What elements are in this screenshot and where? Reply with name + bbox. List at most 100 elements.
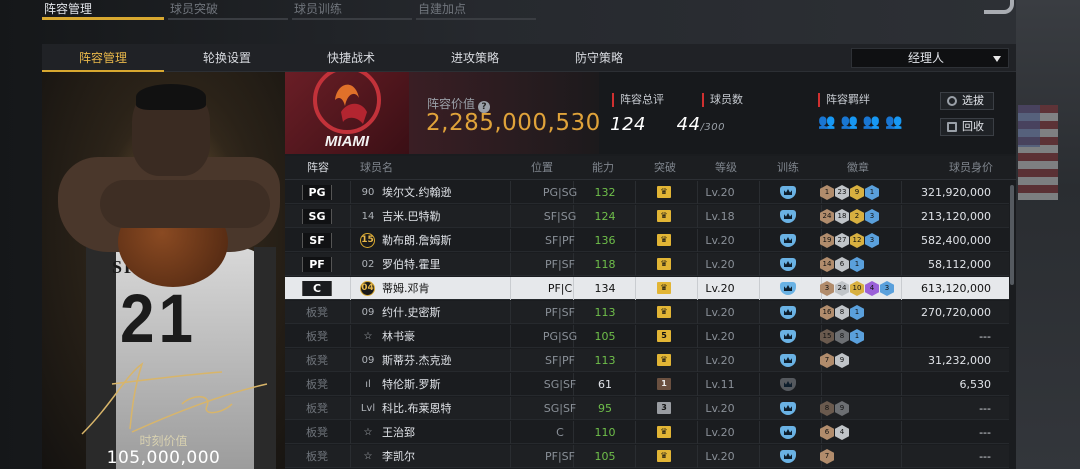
breakthrough-crown-icon[interactable]: ♛: [657, 234, 671, 246]
training-shield-icon[interactable]: [780, 330, 796, 343]
training-shield-icon[interactable]: [780, 186, 796, 199]
player-name[interactable]: 罗伯特.霍里: [382, 253, 441, 276]
table-row[interactable]: 板凳 09 约什.史密斯 PF|SF 113 ♛ Lv.20 16 8 1 270,720,000: [285, 301, 1009, 324]
col-badges[interactable]: 徽章: [847, 156, 869, 180]
player-name[interactable]: 科比.布莱恩特: [382, 397, 452, 420]
jersey-number-badge: 04: [360, 281, 375, 296]
badge-hex-icon: 15: [820, 329, 834, 344]
table-row[interactable]: 板凳 ☆ 王治郅 C 110 ♛ Lv.20 6 4 ---: [285, 421, 1009, 444]
badge-list[interactable]: 7: [820, 449, 834, 464]
breakthrough-crown-icon[interactable]: ♛: [657, 426, 671, 438]
breakthrough-crown-icon[interactable]: ♛: [657, 258, 671, 270]
scrollbar[interactable]: [1010, 185, 1014, 285]
player-rating: 132: [594, 186, 616, 199]
table-row[interactable]: PF 02 罗伯特.霍里 PF|SF 118 ♛ Lv.20 14 6 1 58,112,000: [285, 253, 1009, 276]
player-name[interactable]: 李凯尔: [382, 445, 415, 468]
table-row[interactable]: 板凳 Lvl 科比.布莱恩特 SG|SF 95 3 Lv.20 8 9 ---: [285, 397, 1009, 420]
breakthrough-crown-icon[interactable]: ♛: [657, 282, 671, 294]
training-shield-icon[interactable]: [780, 210, 796, 223]
slot-label: 板凳: [306, 306, 328, 319]
training-shield-icon[interactable]: [780, 234, 796, 247]
col-training[interactable]: 训练: [777, 156, 799, 180]
badge-list[interactable]: 15 8 1: [820, 329, 864, 344]
jersey-number: ☆: [363, 331, 373, 342]
col-rating[interactable]: 能力: [592, 156, 614, 180]
col-breakthrough[interactable]: 突破: [654, 156, 676, 180]
badge-list[interactable]: 14 6 1: [820, 257, 864, 272]
tab-custom-points[interactable]: 自建加点: [416, 0, 536, 20]
subtab-quick-tactics[interactable]: 快捷战术: [296, 44, 406, 72]
badge-hex-icon: 16: [820, 305, 834, 320]
table-row[interactable]: 板凳 09 斯蒂芬.杰克逊 SF|PF 113 ♛ Lv.20 7 9 31,232,000: [285, 349, 1009, 372]
player-name[interactable]: 斯蒂芬.杰克逊: [382, 349, 452, 372]
player-value: 58,112,000: [928, 258, 991, 271]
badge-hex-icon: 1: [865, 185, 879, 200]
breakthrough-crown-icon[interactable]: 3: [657, 402, 671, 414]
col-name[interactable]: 球员名: [360, 156, 393, 180]
col-position[interactable]: 位置: [531, 156, 553, 180]
breakthrough-crown-icon[interactable]: 1: [657, 378, 671, 390]
breakthrough-crown-icon[interactable]: ♛: [657, 354, 671, 366]
table-row[interactable]: SF 15 勒布朗.詹姆斯 SF|PF 136 ♛ Lv.20 19 27 12 3 582,400,…: [285, 229, 1009, 252]
subtab-defense[interactable]: 防守策略: [544, 44, 654, 72]
player-name[interactable]: 埃尔文.约翰逊: [382, 181, 452, 204]
badge-list[interactable]: 19 27 12 3: [820, 233, 879, 248]
table-row[interactable]: SG 14 吉米.巴特勒 SF|SG 124 ♛ Lv.18 24 18 2 3 213,120,00…: [285, 205, 1009, 228]
badge-list[interactable]: 24 18 2 3: [820, 209, 879, 224]
training-shield-icon[interactable]: [780, 426, 796, 439]
slot-label: 板凳: [306, 354, 328, 367]
jersey-number: ☆: [363, 451, 373, 462]
training-shield-icon[interactable]: [780, 450, 796, 463]
badge-hex-icon: 24: [835, 281, 849, 296]
training-shield-icon[interactable]: [780, 378, 796, 391]
training-shield-icon[interactable]: [780, 282, 796, 295]
player-name[interactable]: 蒂姆.邓肯: [382, 277, 430, 300]
breakthrough-crown-icon[interactable]: ♛: [657, 210, 671, 222]
badge-list[interactable]: 1 23 9 1: [820, 185, 879, 200]
tab-player-training[interactable]: 球员训练: [292, 0, 412, 20]
select-button[interactable]: 选拔: [940, 92, 994, 110]
tab-lineup-management[interactable]: 阵容管理: [42, 0, 164, 20]
breakthrough-crown-icon[interactable]: ♛: [657, 306, 671, 318]
table-row[interactable]: 板凳 ıl 特伦斯.罗斯 SG|SF 61 1 Lv.11 6,530: [285, 373, 1009, 396]
player-level: Lv.20: [705, 426, 735, 439]
training-shield-icon[interactable]: [780, 306, 796, 319]
player-name[interactable]: 特伦斯.罗斯: [382, 373, 441, 396]
recycle-button[interactable]: 回收: [940, 118, 994, 136]
breakthrough-crown-icon[interactable]: ♛: [657, 450, 671, 462]
training-shield-icon[interactable]: [780, 402, 796, 415]
manager-select[interactable]: 经理人: [851, 48, 1009, 68]
player-name[interactable]: 吉米.巴特勒: [382, 205, 441, 228]
badge-list[interactable]: 64: [820, 425, 849, 440]
training-shield-icon[interactable]: [780, 258, 796, 271]
subtab-offense[interactable]: 进攻策略: [420, 44, 530, 72]
col-value[interactable]: 球员身价: [949, 156, 993, 180]
table-row[interactable]: PG 90 埃尔文.约翰逊 PG|SG 132 ♛ Lv.20 1 23 9 1 321,920,00…: [285, 181, 1009, 204]
badge-list[interactable]: 16 8 1: [820, 305, 864, 320]
player-name[interactable]: 王治郅: [382, 421, 415, 444]
table-row[interactable]: 板凳 ☆ 李凯尔 PF|SF 105 ♛ Lv.20 7 ---: [285, 445, 1009, 468]
badge-list[interactable]: 79: [820, 353, 849, 368]
training-shield-icon[interactable]: [780, 354, 796, 367]
featured-player-card[interactable]: SPURS 21 时刻价值 105,000,000: [42, 72, 285, 469]
player-name[interactable]: 约什.史密斯: [382, 301, 441, 324]
col-slot[interactable]: 阵容: [307, 156, 329, 180]
table-row[interactable]: 板凳 ☆ 林书豪 PG|SG 105 5 Lv.20 15 8 1 ---: [285, 325, 1009, 348]
player-level: Lv.20: [705, 330, 735, 343]
col-level[interactable]: 等级: [715, 156, 737, 180]
table-row[interactable]: C 04 蒂姆.邓肯 PF|C 134 ♛ Lv.20 3 24 10 4 3 613,120,000: [285, 277, 1009, 300]
breakthrough-crown-icon[interactable]: 5: [657, 330, 671, 342]
badge-hex-icon: 3: [820, 281, 834, 296]
player-value: 213,120,000: [921, 210, 991, 223]
jersey-number: 14: [361, 211, 375, 222]
chemistry-icons[interactable]: 👥 👥 👥 👥: [818, 115, 903, 129]
slot-position: PG: [302, 185, 332, 200]
badge-list[interactable]: 89: [820, 401, 849, 416]
player-name[interactable]: 勒布朗.詹姆斯: [382, 229, 452, 252]
subtab-lineup[interactable]: 阵容管理: [42, 44, 164, 72]
subtab-rotation[interactable]: 轮换设置: [172, 44, 282, 72]
player-name[interactable]: 林书豪: [382, 325, 415, 348]
breakthrough-crown-icon[interactable]: ♛: [657, 186, 671, 198]
tab-player-breakthrough[interactable]: 球员突破: [168, 0, 288, 20]
badge-list[interactable]: 3 24 10 4 3: [820, 281, 894, 296]
